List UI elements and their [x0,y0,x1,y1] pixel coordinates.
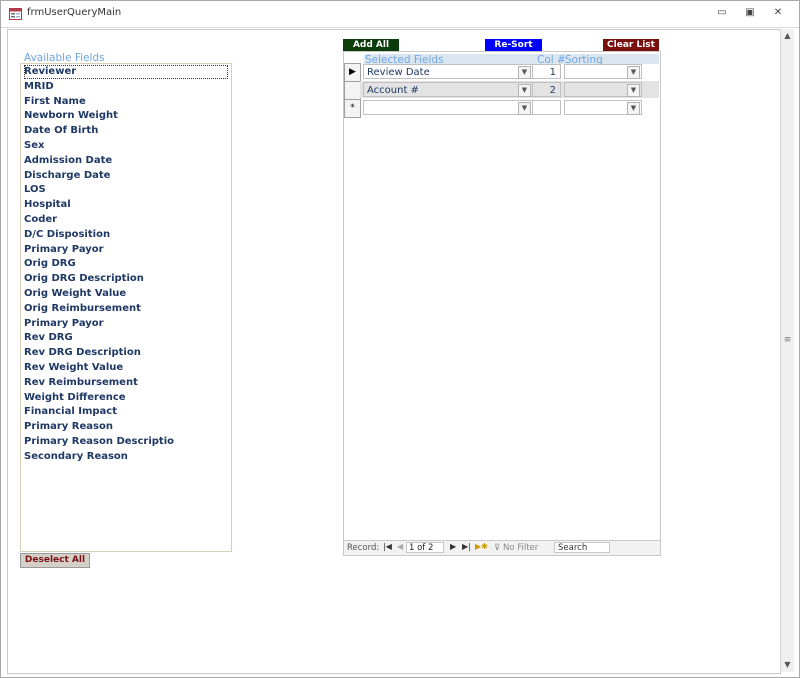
col-number-field[interactable] [532,100,561,115]
list-item[interactable]: D/C Disposition [24,228,228,242]
record-navigation-bar: Record: |◀ ◀ 1 of 2 ▶ ▶| ▶✱ ⊽ No Filter … [344,540,660,555]
title-bar: frmUserQueryMain ▭ ▣ ✕ [1,1,799,28]
table-row-new: ▼ ▼ [360,99,659,116]
first-record-icon[interactable]: |◀ [383,542,392,551]
list-item[interactable]: Reviewer [24,65,228,79]
list-item[interactable]: Admission Date [24,154,228,168]
list-item[interactable]: Primary Payor [24,317,228,331]
chevron-down-icon[interactable]: ▼ [627,84,640,97]
restore-icon[interactable]: ▣ [741,6,759,20]
list-item[interactable]: Primary Payor [24,243,228,257]
list-item[interactable]: Date Of Birth [24,124,228,138]
field-value: Account # [367,85,419,96]
record-selector[interactable] [344,81,361,100]
vertical-scrollbar[interactable]: ▲ ≡ ▼ [780,29,794,672]
list-item[interactable]: Rev Reimbursement [24,376,228,390]
list-item[interactable]: Orig DRG Description [24,272,228,286]
next-record-icon[interactable]: ▶ [450,542,456,551]
no-filter-label: No Filter [502,543,539,553]
chevron-down-icon[interactable]: ▼ [518,102,531,115]
list-item[interactable]: Rev DRG [24,331,228,345]
list-item[interactable]: Sex [24,139,228,153]
new-record-icon[interactable]: * [344,99,361,118]
search-input[interactable]: Search [554,542,610,553]
field-value: Review Date [367,67,430,78]
list-item[interactable]: Financial Impact [24,405,228,419]
record-label: Record: [347,543,380,553]
list-item[interactable]: Orig DRG [24,257,228,271]
list-item[interactable]: Rev Weight Value [24,361,228,375]
chevron-down-icon[interactable]: ▼ [518,66,531,79]
sorting-combobox[interactable]: ▼ [564,82,642,97]
list-item[interactable]: Primary Reason [24,420,228,434]
field-combobox[interactable]: Account # ▼ [363,82,533,97]
list-item[interactable]: Orig Reimbursement [24,302,228,316]
col-number-field[interactable]: 2 [532,82,561,97]
filter-icon: ⊽ [494,543,503,553]
list-item[interactable]: First Name [24,95,228,109]
scroll-up-icon[interactable]: ▲ [782,30,793,41]
deselect-all-button[interactable]: Deselect All [20,553,90,568]
list-item[interactable]: Weight Difference [24,391,228,405]
list-item[interactable]: LOS [24,183,228,197]
list-item[interactable]: Secondary Reason [24,450,228,464]
list-item[interactable]: Primary Reason Descriptio [24,435,228,449]
re-sort-button[interactable]: Re-Sort [485,39,542,51]
col-number-field[interactable]: 1 [532,64,561,79]
sorting-combobox[interactable]: ▼ [564,100,642,115]
available-fields-listbox[interactable]: Reviewer MRID First Name Newborn Weight Date… [20,63,232,552]
field-combobox[interactable]: Review Date ▼ [363,64,533,79]
access-form-window: frmUserQueryMain ▭ ▣ ✕ ▲ ≡ ▼ Available F… [0,0,800,678]
table-row: Account # ▼ 2 ▼ [360,81,659,98]
list-item[interactable]: Discharge Date [24,169,228,183]
current-record-field[interactable]: 1 of 2 [406,542,444,553]
list-item[interactable]: MRID [24,80,228,94]
minimize-icon[interactable]: ▭ [713,6,731,20]
list-item[interactable]: Newborn Weight [24,109,228,123]
form-icon [9,8,22,20]
window-title: frmUserQueryMain [27,7,122,18]
list-item[interactable]: Hospital [24,198,228,212]
field-combobox[interactable]: ▼ [363,100,533,115]
last-record-icon[interactable]: ▶| [462,542,471,551]
list-item[interactable]: Orig Weight Value [24,287,228,301]
chevron-down-icon[interactable]: ▼ [518,84,531,97]
scroll-down-icon[interactable]: ▼ [782,659,793,670]
selected-fields-subform: Selected Fields Col # Sorting ▶ Review D… [343,51,661,556]
current-record-icon[interactable]: ▶ [344,63,361,82]
list-item[interactable]: Coder [24,213,228,227]
close-icon[interactable]: ✕ [769,6,787,20]
previous-record-icon[interactable]: ◀ [397,542,403,551]
sorting-combobox[interactable]: ▼ [564,64,642,79]
scroll-grip-icon[interactable]: ≡ [783,335,792,345]
clear-list-button[interactable]: Clear List [603,39,659,51]
list-item[interactable]: Rev DRG Description [24,346,228,360]
table-row: Review Date ▼ 1 ▼ [360,63,659,80]
chevron-down-icon[interactable]: ▼ [627,66,640,79]
no-filter-button[interactable]: ⊽ No Filter [494,543,538,553]
new-record-nav-icon[interactable]: ▶✱ [475,542,488,551]
chevron-down-icon[interactable]: ▼ [627,102,640,115]
add-all-button[interactable]: Add All [343,39,399,51]
